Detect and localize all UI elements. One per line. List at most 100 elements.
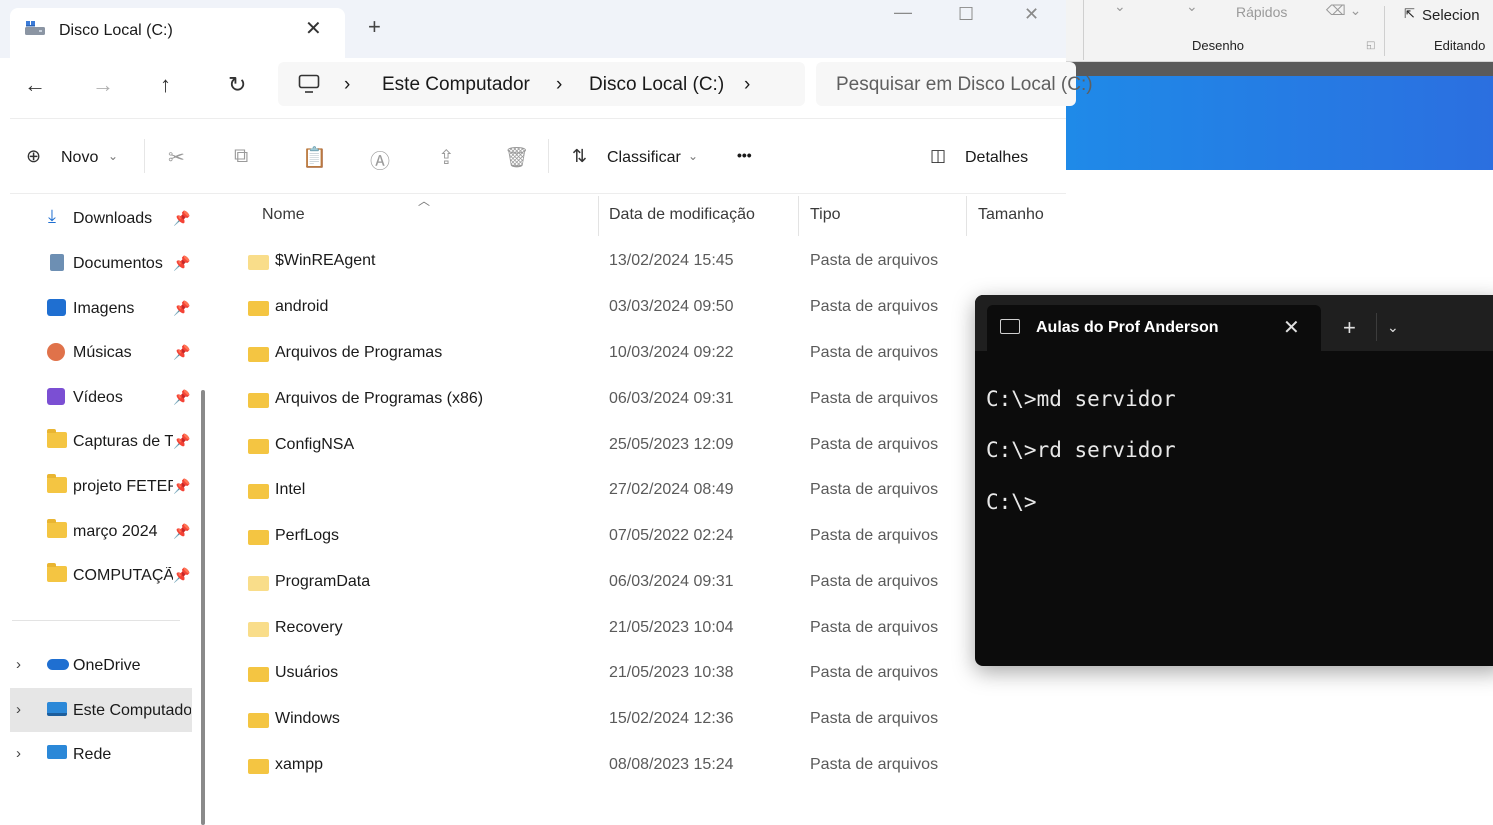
chevron-down-icon[interactable]: ⌄ bbox=[688, 149, 698, 163]
table-row[interactable]: Intel 27/02/2024 08:49 Pasta de arquivos bbox=[216, 470, 1056, 510]
chevron-right-icon[interactable]: › bbox=[556, 74, 562, 96]
back-arrow-icon[interactable]: ← bbox=[24, 72, 46, 98]
close-icon[interactable]: ✕ bbox=[305, 16, 322, 41]
breadcrumb-este-computador[interactable]: Este Computador bbox=[382, 74, 530, 96]
up-arrow-icon[interactable]: ↑ bbox=[160, 72, 171, 98]
delete-icon[interactable]: 🗑 bbox=[504, 145, 529, 170]
sidebar-item-capturas[interactable]: Capturas de Tela 📌 bbox=[10, 421, 192, 461]
sidebar-item-videos[interactable]: Vídeos 📌 bbox=[10, 377, 192, 417]
pin-icon[interactable]: 📌 bbox=[173, 523, 190, 540]
ribbon-select-button[interactable]: Selecion bbox=[1422, 7, 1480, 24]
explorer-tab[interactable]: Disco Local (C:) ✕ bbox=[10, 8, 345, 58]
breadcrumb-disco-local[interactable]: Disco Local (C:) bbox=[589, 74, 724, 96]
chevron-down-icon[interactable]: ⌄ bbox=[108, 149, 118, 163]
chevron-down-icon[interactable]: ⌄ bbox=[1387, 319, 1399, 336]
pin-icon[interactable]: 📌 bbox=[173, 344, 190, 361]
column-header-name[interactable]: Nome bbox=[262, 206, 305, 224]
chevron-right-icon[interactable]: › bbox=[16, 745, 21, 762]
ribbon-separator bbox=[1384, 6, 1385, 56]
search-box[interactable]: Pesquisar em Disco Local (C:) bbox=[816, 62, 1093, 106]
sidebar-item-computacao[interactable]: COMPUTAÇÃO 📌 bbox=[10, 555, 192, 595]
address-bar[interactable]: › Este Computador › Disco Local (C:) › bbox=[278, 62, 805, 106]
table-row[interactable]: $WinREAgent 13/02/2024 15:45 Pasta de ar… bbox=[216, 241, 1056, 281]
file-name: ProgramData bbox=[275, 573, 371, 590]
minimize-icon[interactable]: — bbox=[894, 2, 912, 23]
chevron-right-icon[interactable]: › bbox=[16, 701, 21, 718]
search-input[interactable]: Pesquisar em Disco Local (C:) bbox=[836, 74, 1093, 96]
cloud-icon bbox=[47, 659, 69, 670]
file-date: 07/05/2022 02:24 bbox=[609, 527, 734, 544]
share-icon[interactable]: ⇪ bbox=[438, 145, 455, 170]
rename-icon[interactable]: Ⓐ bbox=[370, 145, 390, 174]
new-button[interactable]: Novo bbox=[61, 149, 98, 167]
sidebar-scrollbar[interactable] bbox=[201, 390, 205, 825]
table-row[interactable]: ConfigNSA 25/05/2023 12:09 Pasta de arqu… bbox=[216, 425, 1056, 465]
table-row[interactable]: PerfLogs 07/05/2022 02:24 Pasta de arqui… bbox=[216, 516, 1056, 556]
table-row[interactable]: Recovery 21/05/2023 10:04 Pasta de arqui… bbox=[216, 608, 1056, 648]
chevron-down-icon[interactable]: ⌄ bbox=[1114, 0, 1126, 15]
file-date: 21/05/2023 10:04 bbox=[609, 619, 734, 636]
chevron-right-icon[interactable]: › bbox=[744, 74, 750, 96]
sidebar-item-documentos[interactable]: Documentos 📌 bbox=[10, 243, 192, 283]
table-row[interactable]: xampp 08/08/2023 15:24 Pasta de arquivos bbox=[216, 745, 1056, 785]
dialog-launcher-icon[interactable]: ◱ bbox=[1366, 40, 1375, 51]
cut-icon[interactable]: ✂ bbox=[168, 145, 185, 170]
chevron-right-icon[interactable]: › bbox=[16, 656, 21, 673]
column-separator[interactable] bbox=[966, 196, 967, 236]
more-options-button[interactable]: ••• bbox=[737, 147, 752, 163]
pin-icon[interactable]: 📌 bbox=[173, 433, 190, 450]
copy-icon[interactable]: ⧉ bbox=[234, 145, 248, 168]
pin-icon[interactable]: 📌 bbox=[173, 567, 190, 584]
column-header-type[interactable]: Tipo bbox=[810, 206, 841, 224]
ribbon-group-edit: Editando bbox=[1434, 38, 1486, 53]
sidebar-item-marco-2024[interactable]: março 2024 📌 bbox=[10, 511, 192, 551]
sidebar-item-label: Capturas de Tela bbox=[73, 433, 173, 450]
pin-icon[interactable]: 📌 bbox=[173, 300, 190, 317]
close-icon[interactable]: ✕ bbox=[1283, 315, 1300, 340]
file-date: 10/03/2024 09:22 bbox=[609, 344, 734, 361]
pin-icon[interactable]: 📌 bbox=[173, 210, 190, 227]
sidebar-item-musicas[interactable]: Músicas 📌 bbox=[10, 332, 192, 372]
table-row[interactable]: android 03/03/2024 09:50 Pasta de arquiv… bbox=[216, 287, 1056, 327]
sidebar-item-downloads[interactable]: ⤓ Downloads 📌 bbox=[10, 198, 192, 238]
forward-arrow-icon[interactable]: → bbox=[92, 72, 114, 98]
table-row[interactable]: Windows 15/02/2024 12:36 Pasta de arquiv… bbox=[216, 699, 1056, 739]
ribbon-fast-styles[interactable]: Rápidos bbox=[1236, 4, 1287, 20]
maximize-icon[interactable]: ☐ bbox=[958, 4, 974, 25]
sidebar-item-este-computador[interactable]: › Este Computador bbox=[10, 688, 192, 732]
terminal-prompt[interactable]: C:\> bbox=[986, 490, 1037, 514]
pin-icon[interactable]: 📌 bbox=[173, 389, 190, 406]
refresh-icon[interactable]: ↻ bbox=[228, 72, 246, 98]
sidebar-item-onedrive[interactable]: › OneDrive bbox=[10, 645, 192, 685]
sort-button[interactable]: Classificar bbox=[607, 149, 681, 167]
file-type: Pasta de arquivos bbox=[810, 436, 939, 453]
terminal-tab[interactable]: Aulas do Prof Anderson ✕ bbox=[987, 305, 1321, 351]
sidebar-item-projeto-feteps[interactable]: projeto FETEPS 📌 bbox=[10, 466, 192, 506]
close-window-icon[interactable]: ✕ bbox=[1024, 4, 1039, 25]
eraser-icon[interactable]: ⌫ ⌄ bbox=[1326, 2, 1361, 19]
chevron-down-icon[interactable]: ⌄ bbox=[1186, 0, 1198, 15]
file-name: xampp bbox=[275, 756, 324, 773]
new-tab-button[interactable]: + bbox=[368, 14, 381, 40]
table-row[interactable]: Arquivos de Programas 10/03/2024 09:22 P… bbox=[216, 333, 1056, 373]
table-row[interactable]: ProgramData 06/03/2024 09:31 Pasta de ar… bbox=[216, 562, 1056, 602]
computer-icon bbox=[47, 702, 67, 716]
file-date: 27/02/2024 08:49 bbox=[609, 481, 734, 498]
file-date: 13/02/2024 15:45 bbox=[609, 252, 734, 269]
pin-icon[interactable]: 📌 bbox=[173, 255, 190, 272]
sidebar-item-imagens[interactable]: Imagens 📌 bbox=[10, 288, 192, 328]
sidebar-item-rede[interactable]: › Rede bbox=[10, 734, 192, 774]
chevron-right-icon[interactable]: › bbox=[344, 74, 350, 96]
terminal-window[interactable]: Aulas do Prof Anderson ✕ + ⌄ C:\>md serv… bbox=[975, 295, 1493, 666]
file-name: $WinREAgent bbox=[275, 252, 376, 269]
column-separator[interactable] bbox=[798, 196, 799, 236]
column-header-date[interactable]: Data de modificação bbox=[609, 206, 755, 224]
details-button[interactable]: Detalhes bbox=[965, 149, 1028, 167]
new-terminal-tab-button[interactable]: + bbox=[1343, 315, 1356, 341]
table-row[interactable]: Arquivos de Programas (x86) 06/03/2024 0… bbox=[216, 379, 1056, 419]
paste-icon[interactable]: 📋 bbox=[302, 145, 327, 170]
column-header-size[interactable]: Tamanho bbox=[978, 206, 1044, 224]
table-row[interactable]: Usuários 21/05/2023 10:38 Pasta de arqui… bbox=[216, 653, 1056, 693]
column-separator[interactable] bbox=[598, 196, 599, 236]
pin-icon[interactable]: 📌 bbox=[173, 478, 190, 495]
